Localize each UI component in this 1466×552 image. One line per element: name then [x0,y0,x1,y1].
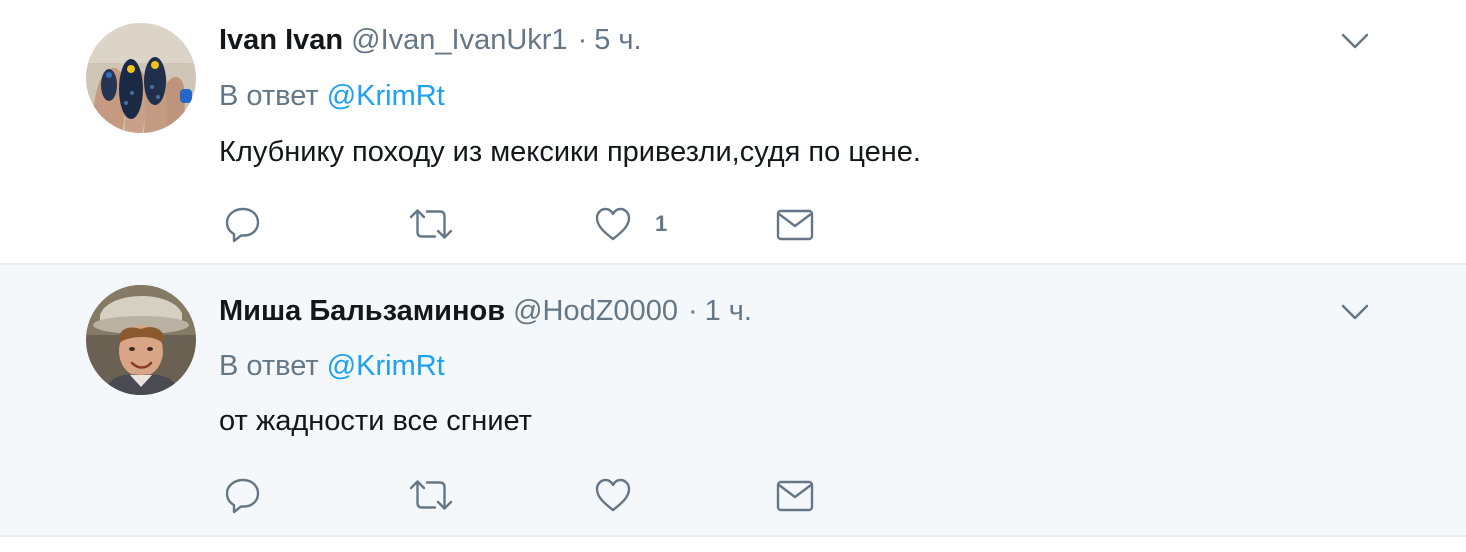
tweet-item[interactable]: Ivan Ivan @Ivan_IvanUkr1 · 5 ч. В ответ @Kri… [0,0,1466,265]
reply-button[interactable] [223,473,263,517]
like-button[interactable]: 1 [593,202,667,246]
retweet-icon [409,480,453,510]
reply-context: В ответ @KrimRt [219,348,445,384]
direct-message-button[interactable] [775,473,815,517]
reply-handle-link[interactable]: @KrimRt [327,80,445,112]
separator-dot: · [687,295,698,327]
chevron-down-icon [1341,304,1369,320]
reply-prefix: В ответ [219,80,319,112]
like-icon [595,207,631,241]
avatar[interactable] [86,285,196,395]
reply-context: В ответ @KrimRt [219,78,445,114]
retweet-icon [409,209,453,239]
tweet-text: Клубнику походу из мексики привезли,судя… [219,136,921,168]
tweet-timestamp[interactable]: 5 ч. [594,24,641,56]
chevron-down-icon [1341,33,1369,49]
tweet-item[interactable]: Миша Бальзаминов @HodZ0000 · 1 ч. В ответ @K… [0,265,1466,537]
tweet-header: Миша Бальзаминов @HodZ0000 · 1 ч. [219,293,752,329]
direct-message-button[interactable] [775,202,815,246]
like-button[interactable] [593,473,655,517]
reply-prefix: В ответ [219,350,319,382]
user-fullname[interactable]: Миша Бальзаминов [219,295,505,327]
avatar[interactable] [86,23,196,133]
like-count: 1 [655,211,668,236]
tweet-timestamp[interactable]: 1 ч. [705,295,752,327]
reply-icon [225,478,260,514]
reply-handle-link[interactable]: @KrimRt [327,350,445,382]
like-icon [595,478,631,512]
tweet-menu-button[interactable] [1340,26,1370,56]
tweet-header: Ivan Ivan @Ivan_IvanUkr1 · 5 ч. [219,22,642,58]
retweet-button[interactable] [407,202,455,246]
separator-dot: · [577,24,588,56]
tweet-text: от жадности все сгниет [219,405,532,437]
user-handle[interactable]: @HodZ0000 [513,295,678,327]
tweet-actions: 1 [219,202,919,246]
tweet-actions [219,473,919,517]
reply-button[interactable] [223,202,263,246]
direct-message-icon [776,480,814,512]
retweet-button[interactable] [407,473,455,517]
reply-icon [225,207,260,243]
tweet-menu-button[interactable] [1340,297,1370,327]
user-handle[interactable]: @Ivan_IvanUkr1 [351,24,567,56]
direct-message-icon [776,209,814,241]
user-fullname[interactable]: Ivan Ivan [219,24,343,56]
